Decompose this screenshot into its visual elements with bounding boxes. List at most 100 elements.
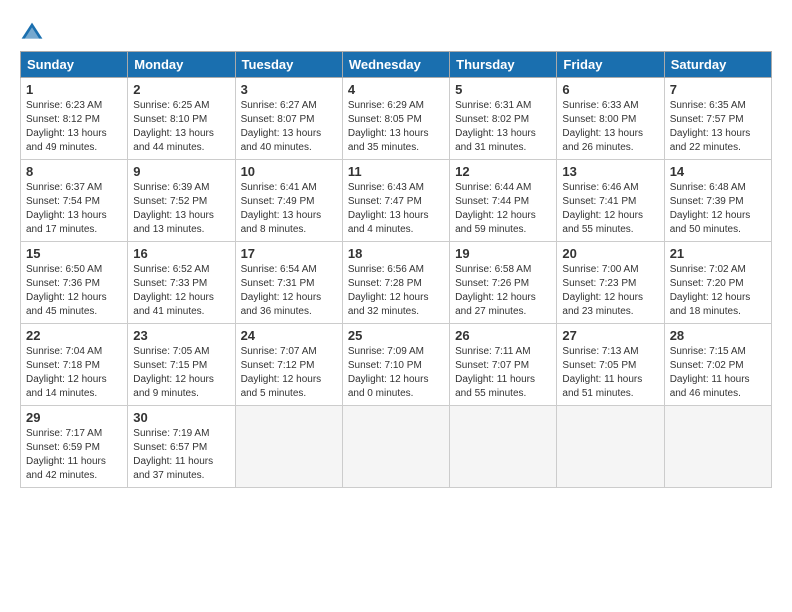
day-number: 16 — [133, 246, 229, 261]
calendar-week-row: 1 Sunrise: 6:23 AM Sunset: 8:12 PM Dayli… — [21, 78, 772, 160]
calendar-day-cell: 30 Sunrise: 7:19 AM Sunset: 6:57 PM Dayl… — [128, 406, 235, 488]
day-number: 1 — [26, 82, 122, 97]
day-info: Sunrise: 7:13 AM Sunset: 7:05 PM Dayligh… — [562, 345, 658, 401]
calendar-day-cell: 28 Sunrise: 7:15 AM Sunset: 7:02 PM Dayl… — [664, 324, 771, 406]
calendar-day-cell: 17 Sunrise: 6:54 AM Sunset: 7:31 PM Dayl… — [235, 242, 342, 324]
day-number: 29 — [26, 410, 122, 425]
calendar-day-cell: 1 Sunrise: 6:23 AM Sunset: 8:12 PM Dayli… — [21, 78, 128, 160]
day-number: 10 — [241, 164, 337, 179]
day-number: 12 — [455, 164, 551, 179]
dow-header-saturday: Saturday — [664, 52, 771, 78]
day-number: 17 — [241, 246, 337, 261]
day-info: Sunrise: 6:31 AM Sunset: 8:02 PM Dayligh… — [455, 99, 551, 155]
day-number: 3 — [241, 82, 337, 97]
calendar-day-cell: 8 Sunrise: 6:37 AM Sunset: 7:54 PM Dayli… — [21, 160, 128, 242]
day-number: 14 — [670, 164, 766, 179]
day-number: 11 — [348, 164, 444, 179]
calendar-day-cell: 29 Sunrise: 7:17 AM Sunset: 6:59 PM Dayl… — [21, 406, 128, 488]
day-info: Sunrise: 6:23 AM Sunset: 8:12 PM Dayligh… — [26, 99, 122, 155]
calendar-day-cell: 16 Sunrise: 6:52 AM Sunset: 7:33 PM Dayl… — [128, 242, 235, 324]
calendar-day-cell: 7 Sunrise: 6:35 AM Sunset: 7:57 PM Dayli… — [664, 78, 771, 160]
day-number: 2 — [133, 82, 229, 97]
calendar-day-cell: 21 Sunrise: 7:02 AM Sunset: 7:20 PM Dayl… — [664, 242, 771, 324]
calendar-week-row: 22 Sunrise: 7:04 AM Sunset: 7:18 PM Dayl… — [21, 324, 772, 406]
calendar-week-row: 8 Sunrise: 6:37 AM Sunset: 7:54 PM Dayli… — [21, 160, 772, 242]
general-blue-icon — [20, 21, 44, 41]
day-info: Sunrise: 6:56 AM Sunset: 7:28 PM Dayligh… — [348, 263, 444, 319]
day-number: 5 — [455, 82, 551, 97]
calendar-day-cell: 9 Sunrise: 6:39 AM Sunset: 7:52 PM Dayli… — [128, 160, 235, 242]
day-info: Sunrise: 7:02 AM Sunset: 7:20 PM Dayligh… — [670, 263, 766, 319]
day-info: Sunrise: 7:05 AM Sunset: 7:15 PM Dayligh… — [133, 345, 229, 401]
calendar-day-cell: 6 Sunrise: 6:33 AM Sunset: 8:00 PM Dayli… — [557, 78, 664, 160]
day-info: Sunrise: 7:09 AM Sunset: 7:10 PM Dayligh… — [348, 345, 444, 401]
calendar-day-cell — [450, 406, 557, 488]
day-info: Sunrise: 6:50 AM Sunset: 7:36 PM Dayligh… — [26, 263, 122, 319]
calendar-day-cell: 25 Sunrise: 7:09 AM Sunset: 7:10 PM Dayl… — [342, 324, 449, 406]
calendar-day-cell — [664, 406, 771, 488]
day-number: 26 — [455, 328, 551, 343]
calendar-day-cell: 20 Sunrise: 7:00 AM Sunset: 7:23 PM Dayl… — [557, 242, 664, 324]
day-number: 6 — [562, 82, 658, 97]
day-info: Sunrise: 6:33 AM Sunset: 8:00 PM Dayligh… — [562, 99, 658, 155]
day-info: Sunrise: 7:19 AM Sunset: 6:57 PM Dayligh… — [133, 427, 229, 483]
day-number: 15 — [26, 246, 122, 261]
dow-header-sunday: Sunday — [21, 52, 128, 78]
dow-header-thursday: Thursday — [450, 52, 557, 78]
dow-header-friday: Friday — [557, 52, 664, 78]
day-number: 28 — [670, 328, 766, 343]
day-info: Sunrise: 6:29 AM Sunset: 8:05 PM Dayligh… — [348, 99, 444, 155]
calendar-day-cell — [342, 406, 449, 488]
day-info: Sunrise: 6:48 AM Sunset: 7:39 PM Dayligh… — [670, 181, 766, 237]
day-number: 24 — [241, 328, 337, 343]
day-info: Sunrise: 6:44 AM Sunset: 7:44 PM Dayligh… — [455, 181, 551, 237]
calendar-week-row: 15 Sunrise: 6:50 AM Sunset: 7:36 PM Dayl… — [21, 242, 772, 324]
day-info: Sunrise: 6:41 AM Sunset: 7:49 PM Dayligh… — [241, 181, 337, 237]
dow-header-wednesday: Wednesday — [342, 52, 449, 78]
day-info: Sunrise: 6:54 AM Sunset: 7:31 PM Dayligh… — [241, 263, 337, 319]
day-info: Sunrise: 6:43 AM Sunset: 7:47 PM Dayligh… — [348, 181, 444, 237]
calendar-table: SundayMondayTuesdayWednesdayThursdayFrid… — [20, 51, 772, 488]
day-number: 19 — [455, 246, 551, 261]
calendar-day-cell: 14 Sunrise: 6:48 AM Sunset: 7:39 PM Dayl… — [664, 160, 771, 242]
day-info: Sunrise: 6:58 AM Sunset: 7:26 PM Dayligh… — [455, 263, 551, 319]
calendar-day-cell — [235, 406, 342, 488]
day-number: 23 — [133, 328, 229, 343]
day-info: Sunrise: 7:04 AM Sunset: 7:18 PM Dayligh… — [26, 345, 122, 401]
day-info: Sunrise: 6:39 AM Sunset: 7:52 PM Dayligh… — [133, 181, 229, 237]
day-number: 22 — [26, 328, 122, 343]
day-info: Sunrise: 7:07 AM Sunset: 7:12 PM Dayligh… — [241, 345, 337, 401]
calendar-day-cell: 27 Sunrise: 7:13 AM Sunset: 7:05 PM Dayl… — [557, 324, 664, 406]
day-info: Sunrise: 6:35 AM Sunset: 7:57 PM Dayligh… — [670, 99, 766, 155]
day-number: 30 — [133, 410, 229, 425]
calendar-day-cell: 23 Sunrise: 7:05 AM Sunset: 7:15 PM Dayl… — [128, 324, 235, 406]
calendar-day-cell — [557, 406, 664, 488]
day-number: 13 — [562, 164, 658, 179]
day-number: 27 — [562, 328, 658, 343]
day-info: Sunrise: 6:46 AM Sunset: 7:41 PM Dayligh… — [562, 181, 658, 237]
calendar-day-cell: 10 Sunrise: 6:41 AM Sunset: 7:49 PM Dayl… — [235, 160, 342, 242]
calendar-day-cell: 24 Sunrise: 7:07 AM Sunset: 7:12 PM Dayl… — [235, 324, 342, 406]
calendar-day-cell: 11 Sunrise: 6:43 AM Sunset: 7:47 PM Dayl… — [342, 160, 449, 242]
calendar-day-cell: 19 Sunrise: 6:58 AM Sunset: 7:26 PM Dayl… — [450, 242, 557, 324]
calendar-day-cell: 12 Sunrise: 6:44 AM Sunset: 7:44 PM Dayl… — [450, 160, 557, 242]
calendar-day-cell: 5 Sunrise: 6:31 AM Sunset: 8:02 PM Dayli… — [450, 78, 557, 160]
day-number: 9 — [133, 164, 229, 179]
day-info: Sunrise: 6:27 AM Sunset: 8:07 PM Dayligh… — [241, 99, 337, 155]
day-number: 21 — [670, 246, 766, 261]
logo — [20, 20, 48, 41]
day-info: Sunrise: 7:17 AM Sunset: 6:59 PM Dayligh… — [26, 427, 122, 483]
calendar-day-cell: 18 Sunrise: 6:56 AM Sunset: 7:28 PM Dayl… — [342, 242, 449, 324]
dow-header-tuesday: Tuesday — [235, 52, 342, 78]
calendar-day-cell: 13 Sunrise: 6:46 AM Sunset: 7:41 PM Dayl… — [557, 160, 664, 242]
day-info: Sunrise: 7:11 AM Sunset: 7:07 PM Dayligh… — [455, 345, 551, 401]
day-number: 20 — [562, 246, 658, 261]
calendar-day-cell: 3 Sunrise: 6:27 AM Sunset: 8:07 PM Dayli… — [235, 78, 342, 160]
day-number: 7 — [670, 82, 766, 97]
dow-header-monday: Monday — [128, 52, 235, 78]
calendar-day-cell: 22 Sunrise: 7:04 AM Sunset: 7:18 PM Dayl… — [21, 324, 128, 406]
day-info: Sunrise: 6:52 AM Sunset: 7:33 PM Dayligh… — [133, 263, 229, 319]
day-number: 18 — [348, 246, 444, 261]
day-number: 25 — [348, 328, 444, 343]
day-info: Sunrise: 6:37 AM Sunset: 7:54 PM Dayligh… — [26, 181, 122, 237]
